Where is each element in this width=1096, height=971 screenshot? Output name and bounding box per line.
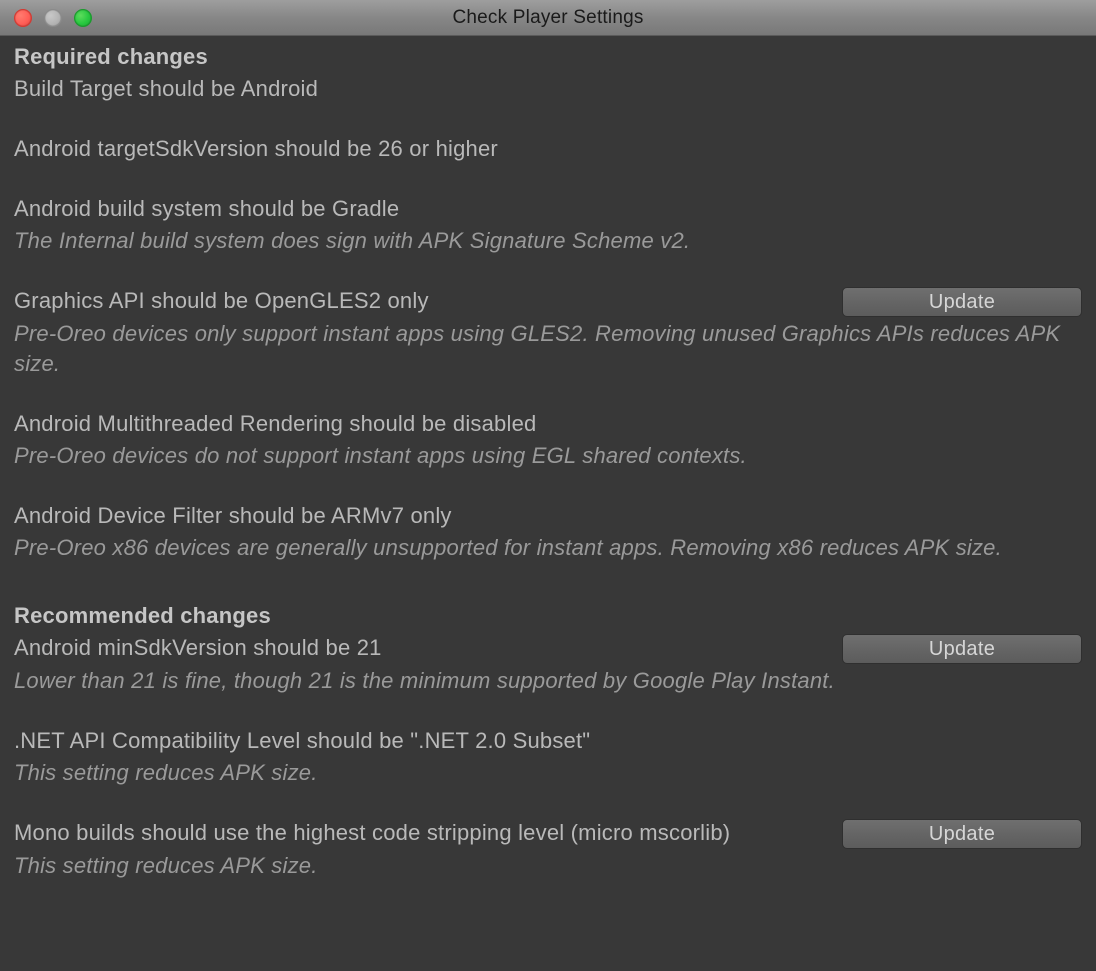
recommended-item-min-sdk: Android minSdkVersion should be 21 Updat… [14,633,1082,696]
required-item-build-system: Android build system should be Gradle Th… [14,194,1082,256]
update-button[interactable]: Update [842,634,1082,664]
item-desc: Lower than 21 is fine, though 21 is the … [14,666,1082,696]
update-button[interactable]: Update [842,819,1082,849]
item-desc: This setting reduces APK size. [14,851,1082,881]
section-header-required: Required changes [14,44,1082,70]
item-title: Android Multithreaded Rendering should b… [14,409,1082,439]
required-item-build-target: Build Target should be Android [14,74,1082,104]
item-title: Android Device Filter should be ARMv7 on… [14,501,1082,531]
maximize-icon[interactable] [74,9,92,27]
item-title: Build Target should be Android [14,74,1082,104]
item-desc: The Internal build system does sign with… [14,226,1082,256]
item-title: Android build system should be Gradle [14,194,1082,224]
recommended-item-net-api: .NET API Compatibility Level should be "… [14,726,1082,788]
required-item-device-filter: Android Device Filter should be ARMv7 on… [14,501,1082,563]
required-item-graphics-api: Graphics API should be OpenGLES2 only Up… [14,286,1082,379]
content: Required changes Build Target should be … [0,36,1096,911]
item-desc: This setting reduces APK size. [14,758,1082,788]
titlebar: Check Player Settings [0,0,1096,36]
item-title: Android minSdkVersion should be 21 [14,633,832,663]
section-header-recommended: Recommended changes [14,603,1082,629]
required-item-multithreaded-rendering: Android Multithreaded Rendering should b… [14,409,1082,471]
item-title: Mono builds should use the highest code … [14,818,832,848]
window-title: Check Player Settings [0,7,1096,29]
required-item-target-sdk: Android targetSdkVersion should be 26 or… [14,134,1082,164]
item-desc: Pre-Oreo devices only support instant ap… [14,319,1082,379]
update-button[interactable]: Update [842,287,1082,317]
recommended-item-mono-stripping: Mono builds should use the highest code … [14,818,1082,881]
item-title: Android targetSdkVersion should be 26 or… [14,134,1082,164]
item-title: Graphics API should be OpenGLES2 only [14,286,832,316]
item-desc: Pre-Oreo x86 devices are generally unsup… [14,533,1082,563]
close-icon[interactable] [14,9,32,27]
traffic-lights [0,9,92,27]
item-title: .NET API Compatibility Level should be "… [14,726,1082,756]
minimize-icon[interactable] [44,9,62,27]
item-desc: Pre-Oreo devices do not support instant … [14,441,1082,471]
